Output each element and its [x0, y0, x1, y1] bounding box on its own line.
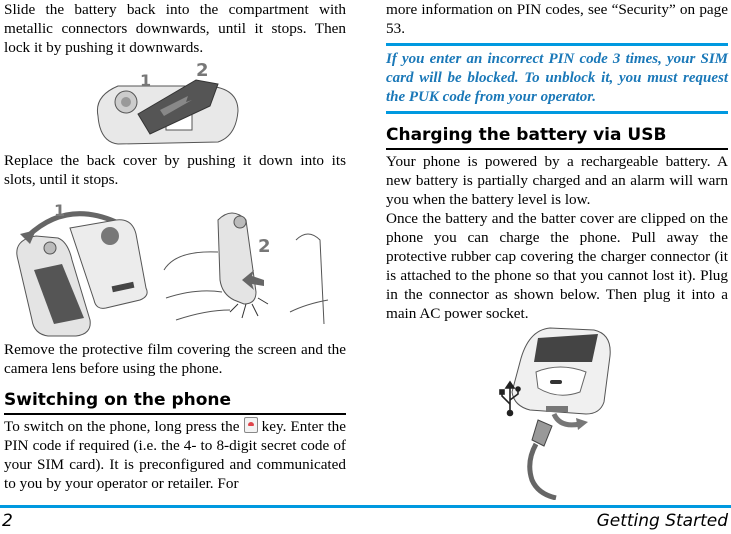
- figure1-label-2: 2: [196, 60, 209, 81]
- paragraph-usb-instructions: Once the battery and the batter cover ar…: [386, 210, 728, 322]
- left-column-film: Remove the protective film covering the …: [4, 340, 346, 378]
- right-column: more information on PIN codes, see “Secu…: [386, 0, 728, 323]
- heading-switching-on: Switching on the phone: [4, 389, 346, 415]
- switching-on-section: Switching on the phone To switch on the …: [4, 389, 346, 493]
- back-cover-figure: 1 2: [16, 201, 329, 337]
- figure2-label-2: 2: [258, 236, 271, 257]
- paragraph-switch-on: To switch on the phone, long press the k…: [4, 417, 346, 493]
- usb-charging-figure: [499, 327, 611, 500]
- figure1-label-1: 1: [140, 71, 151, 90]
- chapter-title: Getting Started: [596, 511, 728, 531]
- paragraph-cover: Replace the back cover by pushing it dow…: [4, 152, 346, 188]
- left-column-cover: Replace the back cover by pushing it dow…: [4, 151, 346, 189]
- left-column: Slide the battery back into the compartm…: [4, 0, 346, 57]
- power-key-icon: [243, 417, 258, 433]
- note-puk-warning: If you enter an incorrect PIN code 3 tim…: [386, 43, 728, 114]
- page-number: 2: [2, 511, 13, 531]
- paragraph-battery-insertion: Slide the battery back into the compartm…: [4, 1, 346, 56]
- paragraph-protective-film: Remove the protective film covering the …: [4, 341, 346, 377]
- battery-insertion-figure: 1 2: [96, 60, 239, 145]
- paragraph-pin-continued: more information on PIN codes, see “Secu…: [386, 1, 728, 37]
- footer-rule: [0, 505, 731, 508]
- figure2-label-1: 1: [54, 201, 65, 220]
- heading-charging-usb: Charging the battery via USB: [386, 124, 728, 150]
- switch-on-text-start: To switch on the phone, long press the: [4, 418, 240, 435]
- paragraph-usb-intro: Your phone is powered by a rechargeable …: [386, 153, 728, 208]
